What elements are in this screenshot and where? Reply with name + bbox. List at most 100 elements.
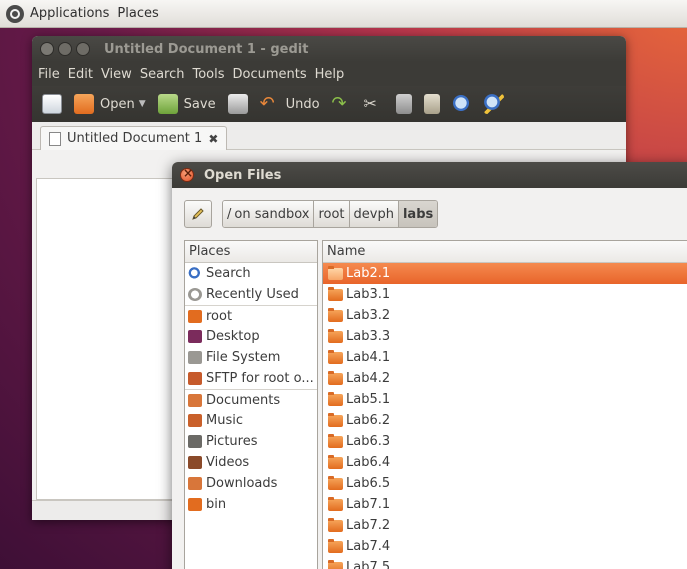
file-name: Lab7.5 xyxy=(346,560,391,569)
print-button[interactable] xyxy=(227,94,248,114)
sidebar-item-root[interactable]: root xyxy=(185,305,317,326)
places-header[interactable]: Places xyxy=(185,241,317,263)
undo-arrow-icon: ↶ xyxy=(259,93,275,114)
file-name: Lab4.2 xyxy=(346,371,391,386)
undo-button[interactable]: ↶ Undo xyxy=(260,94,320,114)
file-row[interactable]: Lab4.2 xyxy=(323,368,687,389)
sidebar-item-desktop[interactable]: Desktop xyxy=(185,326,317,347)
file-row[interactable]: Lab4.1 xyxy=(323,347,687,368)
network-folder-icon xyxy=(188,372,202,385)
sidebar-item-file-system[interactable]: File System xyxy=(185,347,317,368)
copy-button[interactable] xyxy=(395,94,412,114)
folder-icon xyxy=(328,433,343,448)
file-row[interactable]: Lab6.3 xyxy=(323,431,687,452)
maximize-icon[interactable] xyxy=(76,42,90,56)
sidebar-item-search[interactable]: Search xyxy=(185,263,317,284)
sidebar-item-videos[interactable]: Videos xyxy=(185,452,317,473)
file-name: Lab2.1 xyxy=(346,266,391,281)
file-name: Lab3.1 xyxy=(346,287,391,302)
tab-untitled-document[interactable]: Untitled Document 1 ✖ xyxy=(40,126,228,150)
replace-button[interactable] xyxy=(483,94,504,114)
name-column-header[interactable]: Name xyxy=(323,241,687,263)
sidebar-item-label: Recently Used xyxy=(206,287,299,302)
file-name: Lab6.2 xyxy=(346,413,391,428)
find-replace-icon xyxy=(483,94,504,114)
menu-documents[interactable]: Documents xyxy=(233,67,307,82)
file-row[interactable]: Lab7.4 xyxy=(323,536,687,557)
file-name: Lab3.3 xyxy=(346,329,391,344)
file-row[interactable]: Lab3.2 xyxy=(323,305,687,326)
path-bar: / on sandbox root devph labs xyxy=(184,198,439,230)
undo-label: Undo xyxy=(285,96,320,112)
crumb-devph[interactable]: devph xyxy=(349,201,399,227)
file-row[interactable]: Lab7.1 xyxy=(323,494,687,515)
places-menu[interactable]: Places xyxy=(117,6,158,21)
text-document-icon xyxy=(49,131,61,146)
folder-icon xyxy=(328,328,343,343)
copy-icon xyxy=(395,94,412,114)
sidebar-item-documents[interactable]: Documents xyxy=(185,389,317,410)
breadcrumb: / on sandbox root devph labs xyxy=(222,200,439,228)
menu-tools[interactable]: Tools xyxy=(192,67,224,82)
sidebar-item-music[interactable]: Music xyxy=(185,410,317,431)
scissors-icon: ✂ xyxy=(363,94,377,113)
cut-button[interactable]: ✂ xyxy=(364,94,384,114)
sidebar-item-pictures[interactable]: Pictures xyxy=(185,431,317,452)
type-location-button[interactable] xyxy=(184,200,212,228)
open-button[interactable]: Open ▼ xyxy=(74,94,146,114)
sidebar-item-downloads[interactable]: Downloads xyxy=(185,473,317,494)
crumb-labs[interactable]: labs xyxy=(398,201,438,227)
file-name: Lab7.4 xyxy=(346,539,391,554)
file-row[interactable]: Lab7.5 xyxy=(323,557,687,569)
close-icon[interactable] xyxy=(40,42,54,56)
tab-label: Untitled Document 1 xyxy=(67,131,203,146)
menu-view[interactable]: View xyxy=(101,67,132,82)
magnifier-icon xyxy=(451,94,472,114)
file-row[interactable]: Lab7.2 xyxy=(323,515,687,536)
dialog-close-icon[interactable] xyxy=(180,166,194,182)
chevron-down-icon[interactable]: ▼ xyxy=(139,99,146,109)
sidebar-item-label: Desktop xyxy=(206,329,260,344)
ubuntu-logo-icon[interactable] xyxy=(6,4,24,23)
folder-icon xyxy=(328,349,343,364)
downloads-folder-icon xyxy=(188,477,202,490)
crumb-root[interactable]: root xyxy=(314,201,350,227)
sidebar-item-recently-used[interactable]: Recently Used xyxy=(185,284,317,305)
file-row[interactable]: Lab6.2 xyxy=(323,410,687,431)
file-name: Lab5.1 xyxy=(346,392,391,407)
sidebar-item-sftp-for-root-o[interactable]: SFTP for root o... xyxy=(185,368,317,389)
file-name: Lab6.5 xyxy=(346,476,391,491)
file-row[interactable]: Lab3.3 xyxy=(323,326,687,347)
file-name: Lab7.2 xyxy=(346,518,391,533)
file-row[interactable]: Lab3.1 xyxy=(323,284,687,305)
applications-menu[interactable]: Applications xyxy=(30,6,109,21)
menu-search[interactable]: Search xyxy=(140,67,185,82)
videos-folder-icon xyxy=(188,456,202,469)
sidebar-item-label: Videos xyxy=(206,455,250,470)
crumb-root-on-sandbox[interactable]: / on sandbox xyxy=(223,201,315,227)
sidebar-item-bin[interactable]: bin xyxy=(185,494,317,515)
menu-help[interactable]: Help xyxy=(315,67,345,82)
dialog-titlebar[interactable]: Open Files xyxy=(172,162,687,188)
print-icon xyxy=(227,94,248,114)
find-button[interactable] xyxy=(451,94,472,114)
gedit-titlebar[interactable]: Untitled Document 1 - gedit xyxy=(32,36,626,62)
redo-button[interactable]: ↷ xyxy=(332,94,352,114)
new-button[interactable] xyxy=(42,94,62,114)
save-button[interactable]: Save xyxy=(157,94,216,114)
file-row[interactable]: Lab2.1 xyxy=(323,263,687,284)
tab-close-icon[interactable]: ✖ xyxy=(208,132,218,146)
sidebar-item-label: Search xyxy=(206,266,251,281)
paste-button[interactable] xyxy=(423,94,440,114)
folder-icon xyxy=(328,370,343,385)
file-row[interactable]: Lab5.1 xyxy=(323,389,687,410)
minimize-icon[interactable] xyxy=(58,42,72,56)
folder-icon xyxy=(328,559,343,569)
menu-edit[interactable]: Edit xyxy=(68,67,93,82)
menu-file[interactable]: File xyxy=(38,67,60,82)
file-row[interactable]: Lab6.5 xyxy=(323,473,687,494)
sidebar-item-label: File System xyxy=(206,350,281,365)
file-row[interactable]: Lab6.4 xyxy=(323,452,687,473)
pencil-icon xyxy=(192,208,204,220)
folder-icon xyxy=(328,454,343,469)
